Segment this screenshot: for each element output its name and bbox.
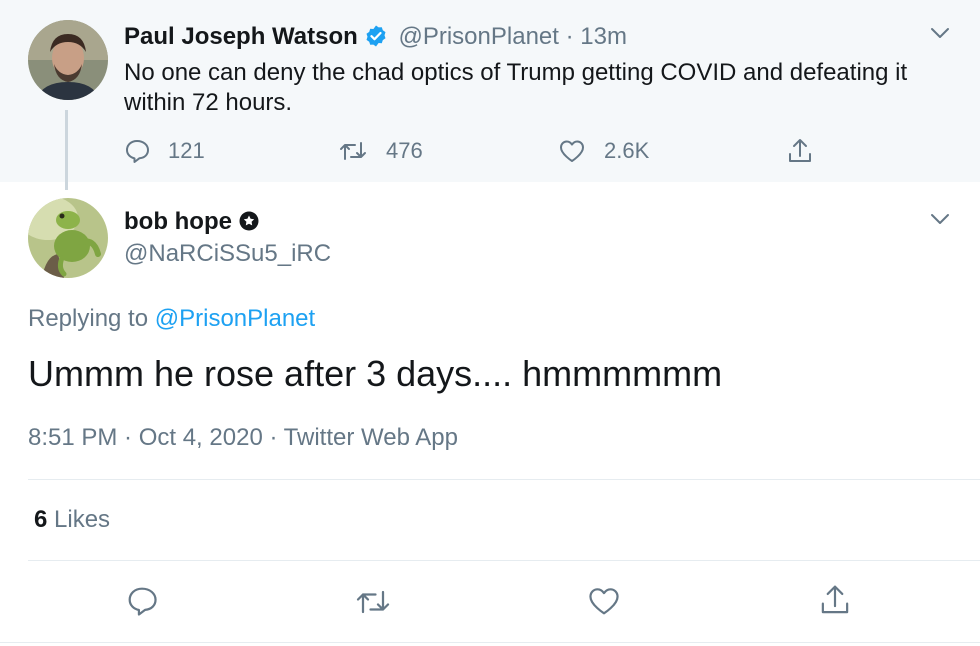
author-handle[interactable]: @PrisonPlanet (398, 23, 558, 50)
share-icon (789, 139, 811, 162)
reply-icon (128, 587, 157, 616)
likes-count: 6 (34, 506, 48, 533)
retweet-button[interactable]: 476 (338, 136, 423, 166)
like-button[interactable]: 2.6K (558, 136, 649, 166)
share-icon (821, 585, 849, 614)
parent-tweet[interactable]: Paul Joseph Watson @PrisonPlanet · 13m N… (0, 0, 980, 182)
reply-author-name-text: bob hope (124, 208, 232, 235)
author-name[interactable]: Paul Joseph Watson (124, 23, 358, 50)
heart-icon (560, 140, 584, 162)
parent-actions: 121 476 2.6K (0, 136, 980, 166)
share-button[interactable] (818, 583, 852, 622)
tweet-time[interactable]: 13m (580, 23, 627, 50)
reply-author-handle[interactable]: @NaRCiSSu5_iRC (124, 239, 331, 269)
reply-button[interactable] (126, 585, 158, 622)
retweet-icon (356, 590, 390, 614)
divider (0, 642, 980, 643)
tweet-timestamp-source[interactable]: 8:51 PM · Oct 4, 2020 · Twitter Web App (28, 423, 458, 453)
replying-prefix: Replying to (28, 305, 155, 332)
parent-avatar[interactable] (28, 20, 108, 100)
likes-label: Likes (47, 506, 111, 533)
divider (28, 479, 980, 480)
reply-count: 121 (168, 138, 205, 163)
replying-to: Replying to @PrisonPlanet (28, 304, 315, 334)
like-count: 2.6K (604, 138, 650, 163)
reply-actions (0, 583, 980, 619)
reply-tweet-text: Ummm he rose after 3 days.... hmmmmmm (28, 353, 723, 394)
divider (28, 560, 980, 561)
thread-connector (65, 110, 68, 190)
heart-icon (589, 588, 619, 615)
chevron-down-icon[interactable] (930, 26, 950, 45)
retweet-icon (340, 142, 366, 160)
likes-summary[interactable]: 6 Likes (34, 505, 110, 535)
chevron-down-icon[interactable] (930, 212, 950, 231)
retweet-button[interactable] (354, 587, 392, 622)
reply-button[interactable]: 121 (124, 136, 205, 166)
parent-header: Paul Joseph Watson @PrisonPlanet · 13m (124, 22, 627, 56)
gear-badge-icon (238, 210, 260, 240)
parent-tweet-text: No one can deny the chad optics of Trump… (124, 59, 908, 116)
replying-to-mention[interactable]: @PrisonPlanet (155, 305, 315, 332)
reply-author-name[interactable]: bob hope (124, 207, 260, 240)
retweet-count: 476 (386, 138, 423, 163)
separator-dot: · (565, 23, 574, 50)
reply-avatar[interactable] (28, 198, 108, 278)
verified-badge-icon (364, 24, 388, 56)
share-button[interactable] (786, 136, 832, 166)
like-button[interactable] (586, 585, 622, 622)
reply-icon (126, 140, 149, 163)
